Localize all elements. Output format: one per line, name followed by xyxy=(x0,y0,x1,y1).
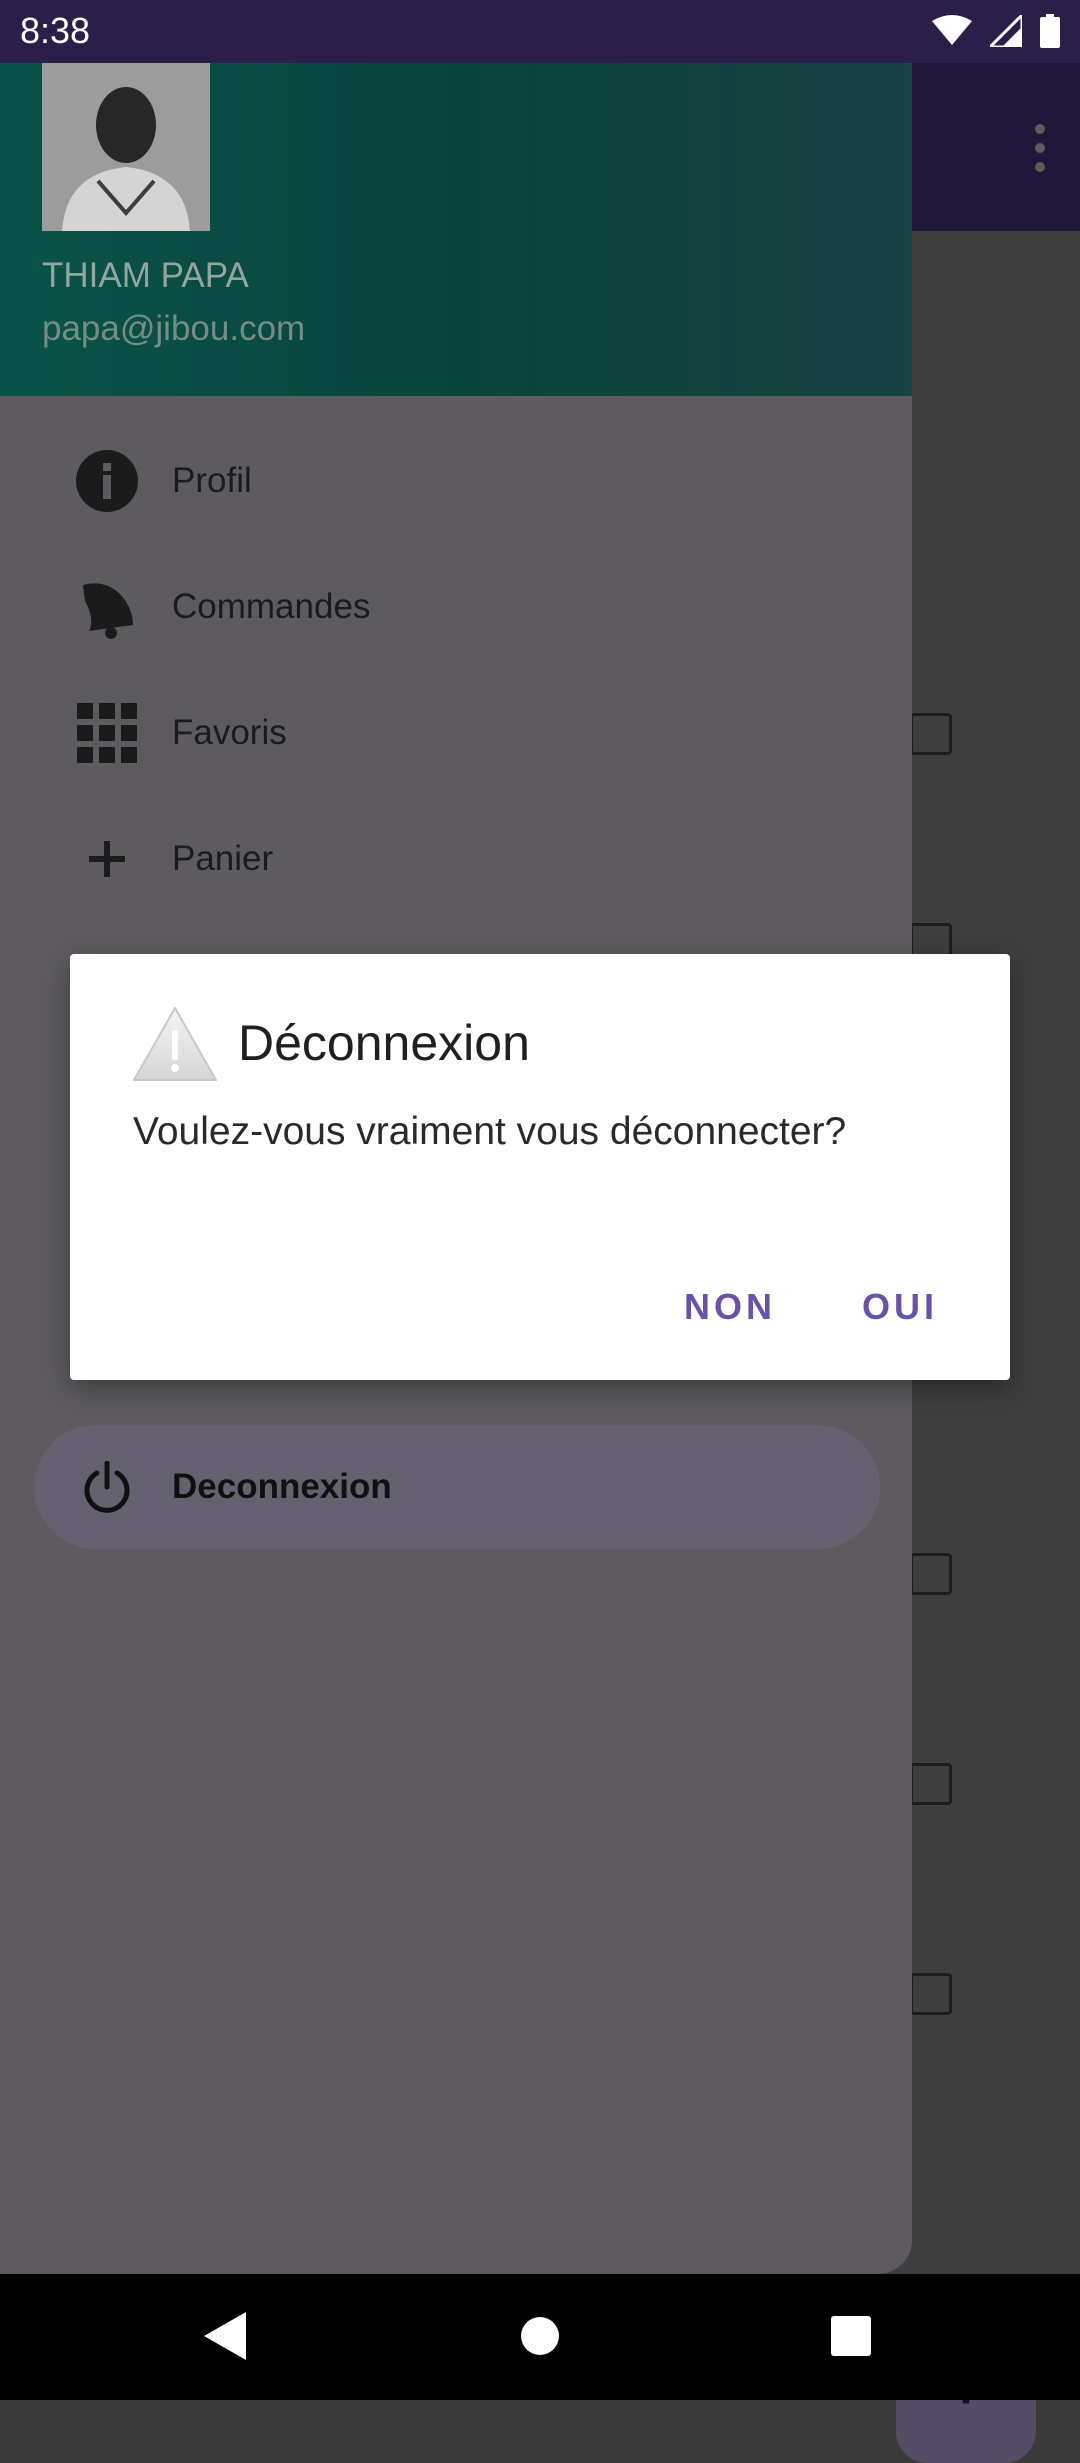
home-icon[interactable] xyxy=(520,2312,560,2360)
status-time: 8:38 xyxy=(20,10,91,51)
recents-icon[interactable] xyxy=(830,2312,872,2360)
status-bar: 8:38 xyxy=(0,0,1080,63)
status-icons xyxy=(932,14,1060,48)
wifi-icon xyxy=(932,15,972,45)
confirm-button[interactable]: OUI xyxy=(862,1286,938,1328)
system-nav-bar xyxy=(0,2274,1080,2400)
dialog-message: Voulez-vous vraiment vous déconnecter? xyxy=(133,1110,847,1153)
cancel-button[interactable]: NON xyxy=(684,1286,776,1328)
back-icon[interactable] xyxy=(204,2312,248,2360)
warning-icon xyxy=(133,1007,217,1081)
logout-dialog: Déconnexion Voulez-vous vraiment vous dé… xyxy=(70,954,1010,1380)
battery-icon xyxy=(1040,14,1060,48)
signal-icon xyxy=(990,15,1022,47)
dialog-title: Déconnexion xyxy=(238,1015,530,1071)
